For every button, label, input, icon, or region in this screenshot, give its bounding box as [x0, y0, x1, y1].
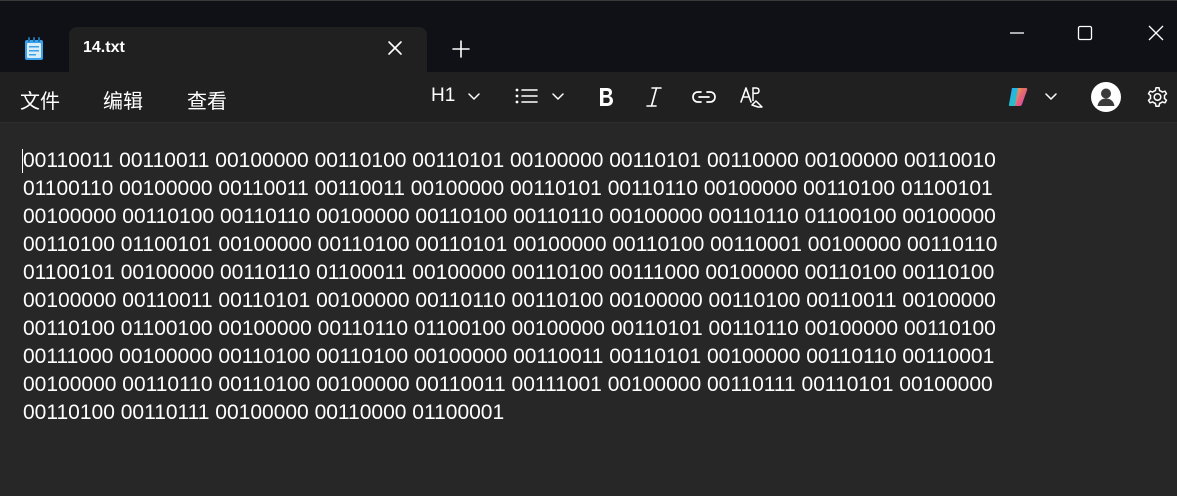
menu-bar: 文件 编辑 查看 H1	[0, 72, 1177, 123]
text-line: 00110100 00110111 00100000 00110000 0110…	[23, 401, 505, 424]
heading-dropdown[interactable]: H1	[431, 85, 455, 107]
link-icon[interactable]	[691, 86, 717, 108]
menu-edit[interactable]: 编辑	[103, 85, 143, 114]
close-window-icon[interactable]	[1144, 21, 1168, 45]
menu-file[interactable]: 文件	[20, 85, 60, 114]
minimize-icon[interactable]	[1005, 21, 1029, 45]
copilot-icon[interactable]	[1006, 84, 1032, 110]
text-line: 00110011 00110011 00100000 00110100 0011…	[23, 149, 996, 172]
text-line: 00110100 01100101 00100000 00110100 0011…	[23, 233, 998, 256]
text-line: 01100101 00100000 00110110 01100011 0010…	[23, 261, 995, 284]
tab-title: 14.txt	[83, 39, 125, 56]
notepad-window: 14.txt 文件 编辑 查看 H1 00110011 00110011 001…	[0, 0, 1177, 496]
title-bar: 14.txt	[0, 1, 1177, 73]
tab-14-txt[interactable]: 14.txt	[69, 27, 427, 73]
chevron-down-icon[interactable]	[465, 87, 483, 105]
plus-icon[interactable]	[449, 37, 473, 61]
document-text[interactable]: 00110011 00110011 00100000 00110100 0011…	[23, 147, 1143, 427]
text-line: 00110100 01100100 00100000 00110110 0110…	[23, 317, 996, 340]
text-line: 00100000 00110110 00110100 00100000 0011…	[23, 373, 993, 396]
notepad-icon	[23, 37, 45, 61]
close-icon[interactable]	[385, 38, 405, 58]
text-editor[interactable]: 00110011 00110011 00100000 00110100 0011…	[0, 123, 1177, 496]
text-line: 00111000 00100000 00110100 00110100 0010…	[23, 345, 995, 368]
text-line: 00100000 00110011 00110101 00100000 0011…	[23, 289, 996, 312]
italic-icon[interactable]	[644, 85, 664, 109]
bold-icon[interactable]	[596, 85, 616, 109]
clear-formatting-icon[interactable]	[739, 84, 765, 110]
list-icon[interactable]	[514, 85, 538, 107]
account-icon[interactable]	[1090, 81, 1122, 113]
gear-icon[interactable]	[1144, 84, 1170, 110]
text-line: 01100110 00100000 00110011 00110011 0010…	[23, 177, 993, 200]
list-chevron-down-icon[interactable]	[549, 87, 567, 105]
copilot-chevron-down-icon[interactable]	[1042, 87, 1060, 105]
text-line: 00100000 00110100 00110110 00100000 0011…	[23, 205, 996, 228]
menu-view[interactable]: 查看	[187, 85, 227, 114]
maximize-icon[interactable]	[1073, 21, 1097, 45]
